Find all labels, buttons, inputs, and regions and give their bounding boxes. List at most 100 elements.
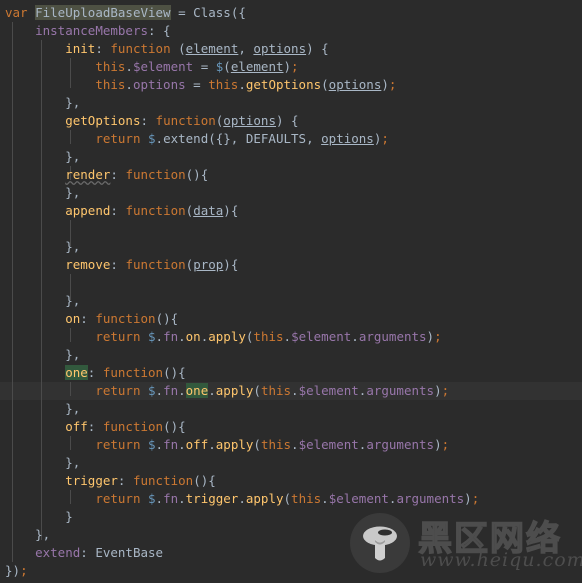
token-method-name: getOptions — [65, 113, 141, 128]
code-line[interactable] — [0, 220, 582, 238]
token-property: fn — [163, 329, 179, 344]
code-line[interactable]: extend: EventBase — [0, 544, 582, 562]
code-line[interactable]: render: function(){ — [0, 166, 582, 184]
token-keyword: function — [155, 113, 216, 128]
token-punct: . — [125, 59, 133, 74]
token-punct: : — [87, 365, 96, 380]
token-method-call: on — [185, 329, 201, 344]
token-method-name-misspelled: render — [65, 167, 111, 182]
code-line[interactable]: var FileUploadBaseView = Class({ — [0, 4, 582, 22]
token-punct: ) — [464, 491, 472, 506]
token-parameter: options — [223, 113, 276, 128]
code-line[interactable]: }, — [0, 238, 582, 256]
code-line[interactable]: this.$element = $(element); — [0, 58, 582, 76]
code-line[interactable]: return $.fn.trigger.apply(this.$element.… — [0, 490, 582, 508]
token-keyword: this — [95, 77, 126, 92]
token-punct: }, — [65, 455, 81, 470]
token-keyword: this — [260, 437, 292, 452]
code-editor[interactable]: var FileUploadBaseView = Class({ instanc… — [0, 0, 582, 583]
token-punct: ( — [253, 383, 261, 398]
token-semicolon: ; — [381, 131, 389, 146]
code-line[interactable]: off: function(){ — [0, 418, 582, 436]
code-line[interactable]: remove: function(prop){ — [0, 256, 582, 274]
code-line[interactable]: }, — [0, 148, 582, 166]
token-parameter: prop — [193, 257, 224, 272]
token-property: $element — [291, 329, 352, 344]
code-line[interactable]: trigger: function(){ — [0, 472, 582, 490]
token-property: options — [132, 77, 186, 92]
code-line[interactable]: init: function (element, options) { — [0, 40, 582, 58]
token-method-name: on — [65, 311, 81, 326]
token-punct: ){ — [223, 203, 239, 218]
token-punct: . — [321, 491, 329, 506]
token-property: arguments — [366, 383, 435, 398]
token-punct: }, — [35, 527, 51, 542]
code-line[interactable]: return $.fn.on.apply(this.$element.argum… — [0, 328, 582, 346]
token-property: instanceMembers — [35, 23, 148, 38]
code-line[interactable] — [0, 274, 582, 292]
code-line[interactable]: return $.extend({}, DEFAULTS, options); — [0, 130, 582, 148]
token-punct: ) — [426, 329, 435, 344]
token-punct: , — [306, 131, 314, 146]
token-punct: : — [110, 257, 118, 272]
token-punct: ( — [223, 59, 231, 74]
token-punct: . — [208, 383, 216, 398]
token-keyword: function — [125, 203, 186, 218]
token-method-call: trigger — [185, 491, 239, 506]
token-keyword: function — [110, 41, 171, 56]
code-line[interactable]: }, — [0, 454, 582, 472]
token-semicolon: ; — [388, 77, 397, 92]
code-line[interactable]: on: function(){ — [0, 310, 582, 328]
token-punct: . — [291, 383, 299, 398]
code-line[interactable]: getOptions: function(options) { — [0, 112, 582, 130]
token-jquery: $ — [148, 383, 156, 398]
token-property: $element — [328, 491, 389, 506]
token-constant: DEFAULTS — [245, 131, 307, 146]
code-line[interactable]: return $.fn.off.apply(this.$element.argu… — [0, 436, 582, 454]
token-property: arguments — [366, 437, 435, 452]
token-punct: . — [238, 77, 246, 92]
token-semicolon: ; — [471, 491, 480, 506]
token-property: arguments — [358, 329, 427, 344]
token-method-call: apply — [215, 437, 254, 452]
token-punct: : { — [148, 23, 171, 38]
code-line[interactable]: this.options = this.getOptions(options); — [0, 76, 582, 94]
token-punct: }, — [65, 347, 81, 362]
token-method-name: off — [65, 419, 88, 434]
token-property: fn — [163, 437, 179, 452]
token-method-call: extend — [163, 131, 209, 146]
code-line[interactable]: }, — [0, 400, 582, 418]
token-punct: , — [238, 41, 246, 56]
token-keyword: function — [125, 167, 186, 182]
code-line[interactable]: }, — [0, 292, 582, 310]
code-line[interactable]: }, — [0, 184, 582, 202]
code-line[interactable]: }, — [0, 346, 582, 364]
code-line[interactable]: append: function(data){ — [0, 202, 582, 220]
token-property: fn — [163, 491, 179, 506]
token-punct: ) — [434, 383, 442, 398]
code-line[interactable]: }); — [0, 562, 582, 580]
token-class: EventBase — [95, 545, 164, 560]
token-property: arguments — [396, 491, 465, 506]
token-punct: . — [155, 131, 164, 146]
code-content[interactable]: var FileUploadBaseView = Class({ instanc… — [0, 0, 582, 580]
token-punct: : — [110, 203, 118, 218]
token-punct: (){ — [163, 419, 186, 434]
code-line[interactable]: instanceMembers: { — [0, 22, 582, 40]
token-punct: . — [238, 491, 246, 506]
token-punct: }, — [65, 185, 81, 200]
code-line[interactable]: one: function(){ — [0, 364, 582, 382]
code-line[interactable]: }, — [0, 94, 582, 112]
code-line[interactable]: } — [0, 508, 582, 526]
code-line[interactable]: return $.fn.one.apply(this.$element.argu… — [0, 382, 582, 400]
token-punct: ( — [253, 437, 261, 452]
token-punct: : — [117, 473, 126, 488]
token-punct: ({}, — [208, 131, 239, 146]
token-method-name: init — [65, 41, 96, 56]
token-method-call: getOptions — [245, 77, 322, 92]
code-line[interactable]: }, — [0, 526, 582, 544]
token-punct: : — [110, 167, 118, 182]
token-keyword: this — [260, 383, 292, 398]
token-method-call: apply — [245, 491, 284, 506]
token-keyword: var — [5, 5, 28, 20]
